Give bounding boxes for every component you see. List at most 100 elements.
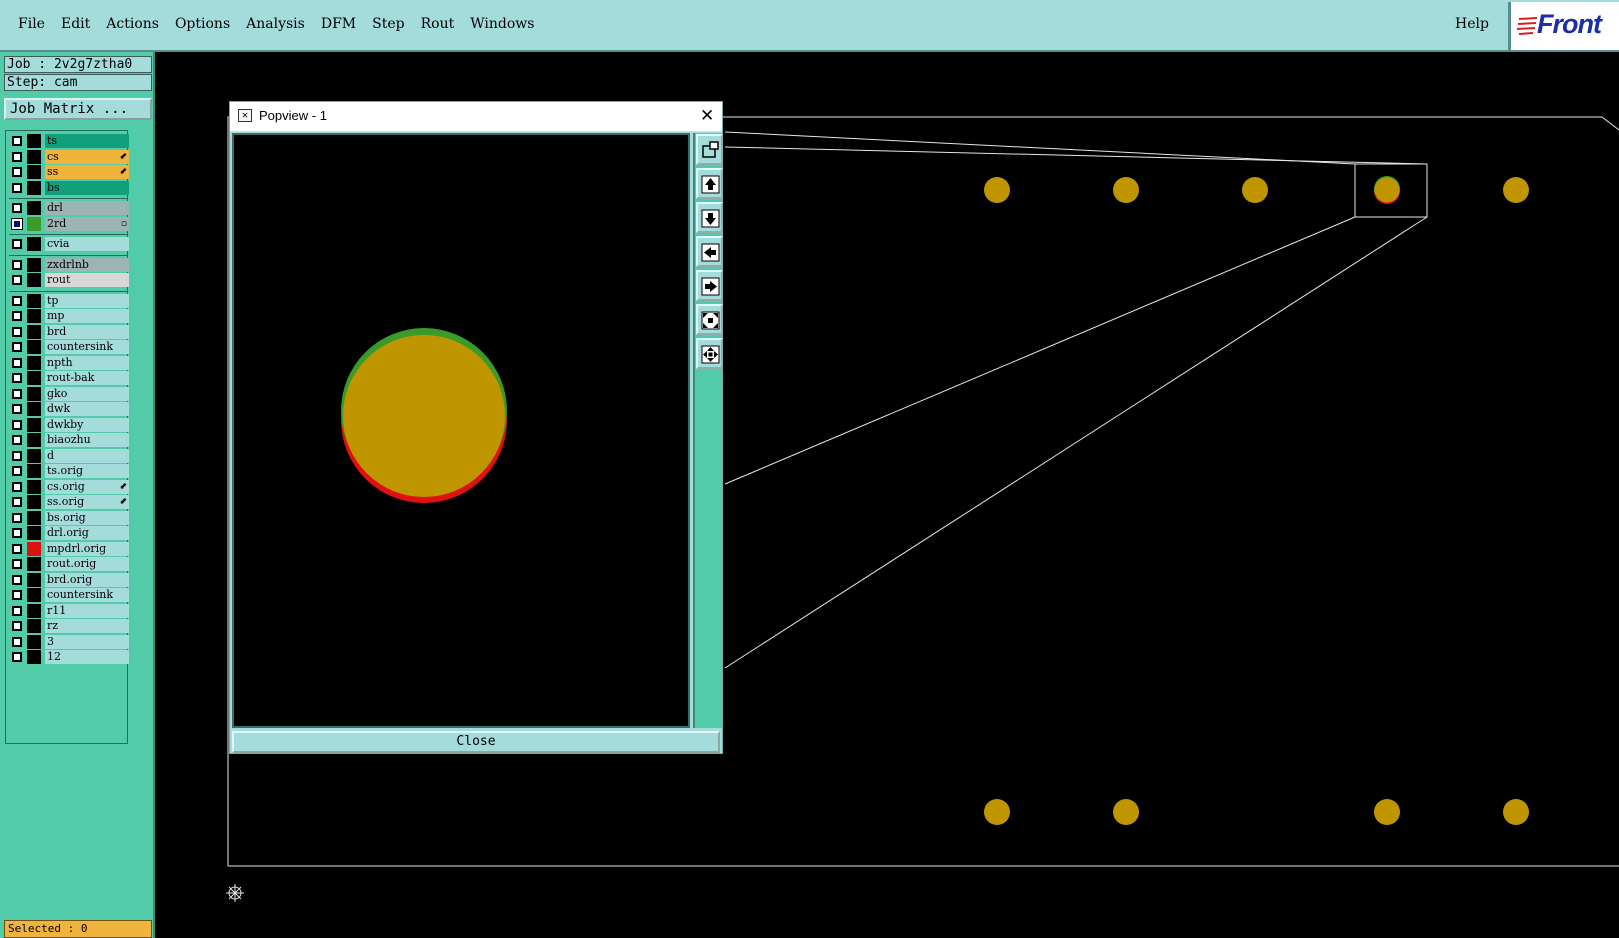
layer-color-swatch[interactable] [27,201,41,215]
layer-checkbox[interactable] [12,512,22,523]
layer-row[interactable]: r11 [9,603,129,618]
layer-color-swatch[interactable] [27,634,41,649]
layer-checkbox[interactable] [12,590,22,600]
layer-checkbox[interactable] [12,136,22,146]
layer-row[interactable]: tp [9,293,129,308]
layer-checkbox[interactable] [12,621,22,631]
layer-color-swatch[interactable] [27,619,41,633]
layer-name[interactable]: cvia [45,237,129,251]
layer-row[interactable]: 12 [9,650,129,664]
layer-row[interactable]: drl.orig [9,526,129,540]
menu-step[interactable]: Step [364,16,412,32]
layer-color-swatch[interactable] [27,541,41,556]
layer-color-swatch[interactable] [27,257,41,272]
layer-name[interactable]: countersink [45,588,129,602]
layer-checkbox[interactable] [12,636,22,647]
layer-checkbox[interactable] [12,239,22,249]
layer-row[interactable]: ts.orig [9,464,129,478]
layer-row[interactable]: zxdrlnb [9,257,129,272]
layer-color-swatch[interactable] [27,324,41,339]
layer-name[interactable]: d [45,448,129,463]
menu-help[interactable]: Help [1455,16,1489,32]
layer-color-swatch[interactable] [27,149,41,164]
layer-checkbox[interactable] [11,217,23,230]
layer-row[interactable]: 2rd ▫ [9,216,129,231]
layer-row[interactable]: rout-bak [9,371,129,385]
layer-checkbox[interactable] [12,605,22,616]
pan-up-button[interactable] [696,168,723,199]
layer-color-swatch[interactable] [27,293,41,308]
layer-color-swatch[interactable] [27,309,41,323]
layer-checkbox[interactable] [12,259,22,270]
layer-color-swatch[interactable] [27,510,41,525]
layer-row[interactable]: dwkby [9,417,129,432]
layer-checkbox[interactable] [12,466,22,476]
pan-down-button[interactable] [696,202,723,233]
menu-file[interactable]: File [10,16,53,32]
layer-color-swatch[interactable] [27,448,41,463]
menu-edit[interactable]: Edit [53,16,98,32]
layer-name[interactable]: cs ⬋ [45,149,129,164]
layer-color-swatch[interactable] [27,479,41,494]
layer-name[interactable]: cs.orig ⬋ [45,479,129,494]
layer-color-swatch[interactable] [27,180,41,195]
layer-name[interactable]: mp [45,309,129,323]
zoom-home-button[interactable] [696,338,723,369]
layer-checkbox[interactable] [12,311,22,321]
layer-name[interactable]: rout.orig [45,557,129,571]
layer-color-swatch[interactable] [27,402,41,416]
layer-name[interactable]: rout-bak [45,371,129,385]
layer-row[interactable]: brd [9,324,129,339]
layer-color-swatch[interactable] [27,464,41,478]
menu-rout[interactable]: Rout [413,16,463,32]
close-button[interactable]: Close [232,731,720,753]
layer-name[interactable]: drl [45,201,129,215]
menu-actions[interactable]: Actions [98,16,167,32]
zoom-fit-button[interactable] [696,304,723,335]
layer-color-swatch[interactable] [27,588,41,602]
pan-right-button[interactable] [696,270,723,301]
layer-checkbox[interactable] [12,373,22,383]
layer-color-swatch[interactable] [27,340,41,354]
layer-row[interactable]: rout.orig [9,557,129,571]
menu-dfm[interactable]: DFM [313,16,364,32]
layer-checkbox[interactable] [12,497,22,507]
zoom-window-button[interactable] [696,134,723,165]
layer-color-swatch[interactable] [27,650,41,664]
layer-color-swatch[interactable] [27,557,41,571]
layer-name[interactable]: brd [45,324,129,339]
layer-color-swatch[interactable] [27,134,41,148]
layer-checkbox[interactable] [12,404,22,414]
layer-name[interactable]: tp [45,293,129,308]
layer-checkbox[interactable] [12,151,22,162]
layer-name[interactable]: rz [45,619,129,633]
layer-row[interactable]: ts [9,134,129,148]
layer-checkbox[interactable] [12,326,22,337]
layer-checkbox[interactable] [12,182,22,193]
layer-name[interactable]: r11 [45,603,129,618]
layer-row[interactable]: d [9,448,129,463]
layer-color-swatch[interactable] [27,355,41,370]
layer-name[interactable]: dwkby [45,417,129,432]
layer-name[interactable]: 3 [45,634,129,649]
layer-checkbox[interactable] [12,481,22,492]
layer-color-swatch[interactable] [27,216,41,231]
layer-name[interactable]: brd.orig [45,572,129,587]
layer-checkbox[interactable] [12,435,22,445]
layer-checkbox[interactable] [12,357,22,368]
layer-name[interactable]: drl.orig [45,526,129,540]
layer-row[interactable]: cvia [9,237,129,251]
layer-name[interactable]: ts [45,134,129,148]
pan-left-button[interactable] [696,236,723,267]
layer-name[interactable]: ts.orig [45,464,129,478]
layer-row[interactable]: cs.orig ⬋ [9,479,129,494]
layer-checkbox[interactable] [12,203,22,213]
popview-titlebar[interactable]: ✕ Popview - 1 ✕ [230,102,722,132]
layer-name[interactable]: zxdrlnb [45,257,129,272]
layer-checkbox[interactable] [12,388,22,399]
layer-name[interactable]: bs.orig [45,510,129,525]
layer-row[interactable]: rz [9,619,129,633]
layer-checkbox[interactable] [12,450,22,461]
layer-row[interactable]: mp [9,309,129,323]
layer-row[interactable]: gko [9,386,129,401]
